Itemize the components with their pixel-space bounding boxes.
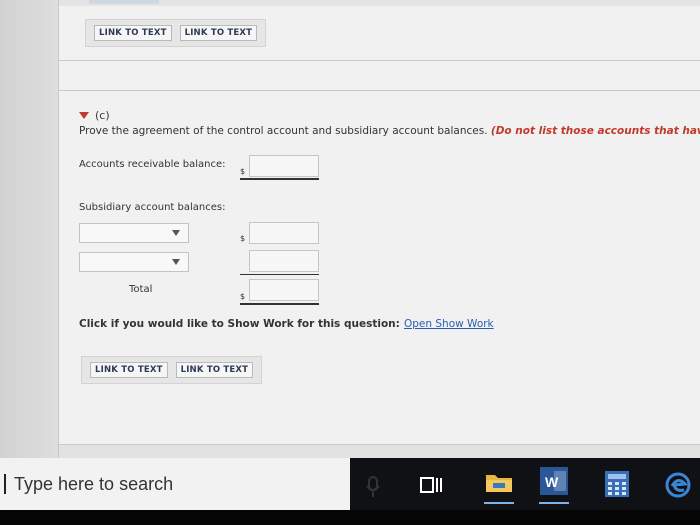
left-margin xyxy=(0,0,58,458)
taskbar-search-box[interactable]: Type here to search xyxy=(0,458,350,510)
search-placeholder: Type here to search xyxy=(14,473,174,494)
microphone-icon[interactable] xyxy=(366,476,380,498)
subsidiary-amount-input-2[interactable] xyxy=(249,250,319,272)
word-app-icon[interactable]: W xyxy=(540,467,568,495)
calculator-icon[interactable] xyxy=(605,471,629,497)
section-divider xyxy=(59,90,700,91)
word-icon-letter: W xyxy=(545,474,559,490)
currency-symbol: $ xyxy=(240,167,246,176)
word-active-indicator xyxy=(539,502,569,504)
bottom-link-bar: LINK TO TEXT LINK TO TEXT xyxy=(81,356,263,384)
show-answer-button-partial[interactable] xyxy=(89,0,159,4)
subsidiary-label: Subsidiary account balances: xyxy=(79,202,226,213)
windows-taskbar: Type here to search W xyxy=(0,458,700,510)
task-view-icon[interactable] xyxy=(420,475,442,495)
explorer-active-indicator xyxy=(484,502,514,504)
instruction-text: Prove the agreement of the control accou… xyxy=(79,125,700,137)
dropdown-arrow-icon xyxy=(172,259,180,265)
total-double-underline xyxy=(240,303,319,305)
file-explorer-icon[interactable] xyxy=(485,471,513,493)
link-to-text-button[interactable]: LINK TO TEXT xyxy=(179,25,258,41)
link-to-text-button[interactable]: LINK TO TEXT xyxy=(175,362,254,378)
text-cursor xyxy=(4,474,6,494)
instruction-main: Prove the agreement of the control accou… xyxy=(79,125,488,137)
link-to-text-button[interactable]: LINK TO TEXT xyxy=(94,25,172,41)
ar-balance-input[interactable] xyxy=(249,155,319,177)
subsidiary-amount-input-1[interactable] xyxy=(249,222,319,244)
subsidiary-account-select-1[interactable] xyxy=(79,223,189,243)
open-show-work-link[interactable]: Open Show Work xyxy=(404,318,494,330)
subsidiary-account-select-2[interactable] xyxy=(79,252,189,272)
instruction-hint: (Do not list those accounts that have ze xyxy=(490,125,700,137)
part-c-toggle[interactable]: (c) xyxy=(79,109,110,122)
page-bottom-band xyxy=(59,444,700,458)
ar-balance-underline xyxy=(240,178,319,180)
currency-symbol: $ xyxy=(240,292,246,301)
total-label: Total xyxy=(129,284,153,295)
screen-bezel xyxy=(0,510,700,525)
edge-browser-icon[interactable] xyxy=(665,472,691,498)
show-work-prompt: Click if you would like to Show Work for… xyxy=(79,318,400,330)
section-divider xyxy=(59,60,700,61)
top-link-bar: LINK TO TEXT LINK TO TEXT xyxy=(85,19,267,47)
question-page: LINK TO TEXT LINK TO TEXT (c) Prove the … xyxy=(58,0,700,458)
link-to-text-button[interactable]: LINK TO TEXT xyxy=(90,362,168,378)
subtotal-underline xyxy=(240,274,319,275)
collapse-triangle-icon xyxy=(79,112,89,119)
ar-balance-label: Accounts receivable balance: xyxy=(79,159,226,170)
currency-symbol: $ xyxy=(240,234,246,243)
dropdown-arrow-icon xyxy=(172,230,180,236)
part-label: (c) xyxy=(95,109,110,122)
total-input[interactable] xyxy=(249,279,319,301)
